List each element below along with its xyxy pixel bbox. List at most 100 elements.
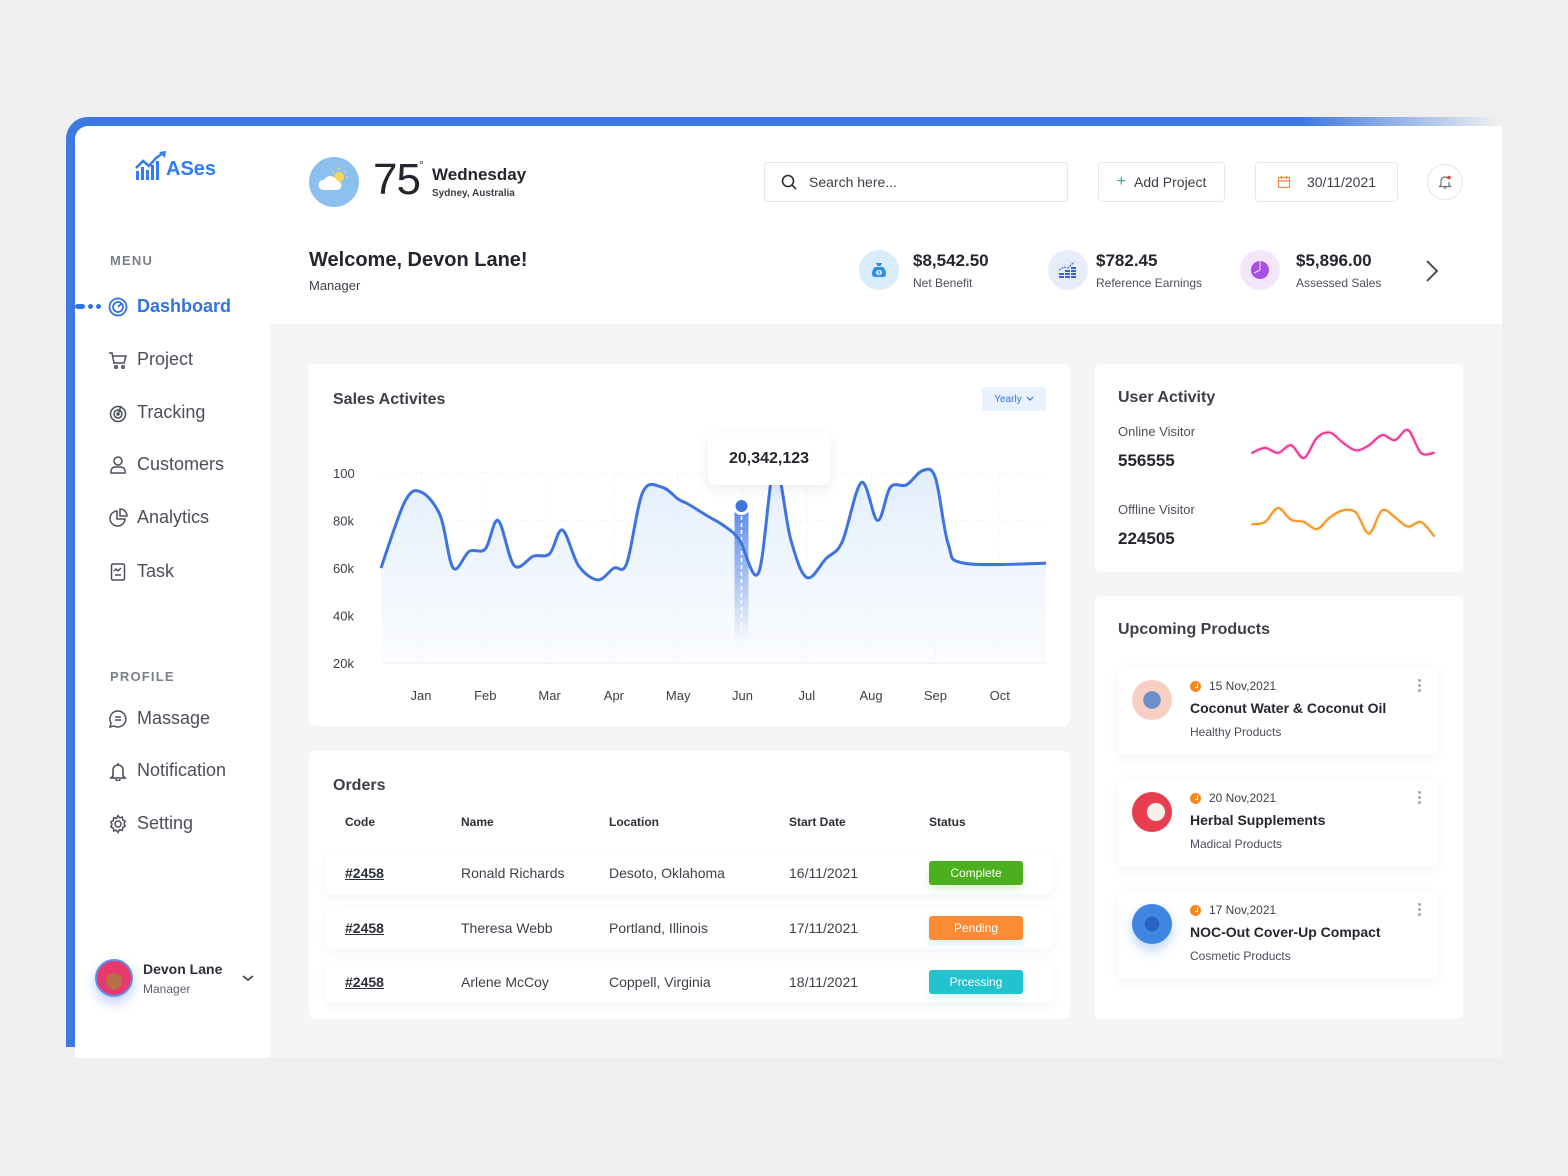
product-thumbnail bbox=[1132, 792, 1172, 832]
stat-value: $5,896.00 bbox=[1296, 250, 1372, 270]
product-item[interactable]: 15 Nov,2021 Coconut Water & Coconut Oil … bbox=[1118, 667, 1438, 755]
sidebar-item-customers[interactable]: Customers bbox=[108, 454, 224, 475]
online-visitor-value: 556555 bbox=[1118, 451, 1175, 470]
notification-button[interactable] bbox=[1427, 164, 1463, 200]
product-category: Healthy Products bbox=[1190, 725, 1282, 739]
upcoming-title: Upcoming Products bbox=[1118, 621, 1271, 638]
product-category: Cosmetic Products bbox=[1190, 949, 1291, 963]
date-value: 30/11/2021 bbox=[1306, 174, 1377, 190]
user-icon bbox=[110, 455, 126, 474]
y-tick-label: 40k bbox=[333, 609, 354, 624]
sidebar-item-label: Analytics bbox=[137, 507, 210, 527]
radar-icon bbox=[109, 405, 127, 422]
order-code-link[interactable]: #2458 bbox=[345, 974, 384, 990]
table-row[interactable]: #2458 Theresa Webb Portland, Illinois 17… bbox=[325, 907, 1053, 949]
product-item[interactable]: 20 Nov,2021 Herbal Supplements Madical P… bbox=[1118, 779, 1438, 867]
sales-chart[interactable]: 100 80k 60k 40k 20k Jan Feb Mar Apr May Jun Jul Aug S… bbox=[309, 364, 1070, 726]
sidebar-item-notification[interactable]: Notification bbox=[108, 760, 226, 781]
online-visitor-label: Online Visitor bbox=[1118, 424, 1196, 439]
order-code-link[interactable]: #2458 bbox=[345, 865, 384, 881]
x-tick-label: Mar bbox=[538, 688, 561, 703]
status-badge: Prcessing bbox=[929, 970, 1023, 994]
menu-section-label: MENU bbox=[110, 253, 154, 268]
order-date: 17/11/2021 bbox=[789, 920, 859, 936]
user-name: Devon Lane bbox=[143, 960, 223, 977]
avatar bbox=[95, 959, 133, 997]
chevron-down-icon[interactable] bbox=[241, 973, 255, 983]
product-thumbnail bbox=[1132, 904, 1172, 944]
more-options-icon[interactable] bbox=[1418, 903, 1421, 916]
sidebar-item-project[interactable]: Project bbox=[108, 349, 193, 370]
column-header: Code bbox=[345, 815, 375, 829]
table-row[interactable]: #2458 Arlene McCoy Coppell, Virginia 18/… bbox=[325, 961, 1053, 1003]
search-box[interactable] bbox=[764, 162, 1068, 202]
date-picker[interactable]: 30/11/2021 bbox=[1255, 162, 1398, 202]
search-input[interactable] bbox=[809, 174, 1049, 190]
sidebar-item-task[interactable]: Task bbox=[108, 561, 174, 582]
table-row[interactable]: #2458 Ronald Richards Desoto, Oklahoma 1… bbox=[325, 852, 1053, 894]
stat-value: $782.45 bbox=[1096, 250, 1158, 270]
order-code-link[interactable]: #2458 bbox=[345, 920, 384, 936]
y-tick-label: 80k bbox=[333, 514, 354, 529]
stat-label: Assessed Sales bbox=[1296, 275, 1382, 290]
sales-activities-card: Sales Activites Yearly 100 80k 60k 40k 20k Ja… bbox=[309, 364, 1070, 726]
x-tick-label: Jun bbox=[732, 688, 753, 703]
orders-title: Orders bbox=[333, 777, 386, 794]
sidebar-item-analytics[interactable]: Analytics bbox=[108, 507, 209, 528]
user-role: Manager bbox=[143, 981, 191, 996]
stat-assessed-sales: $5,896.00 Assessed Sales bbox=[1240, 250, 1381, 290]
sidebar-item-label: Project bbox=[137, 349, 194, 369]
user-activity-card: User Activity Online Visitor 556555 Offl… bbox=[1095, 364, 1463, 572]
upcoming-products-card: Upcoming Products 15 Nov,2021 Coconut Wa… bbox=[1095, 596, 1463, 1019]
x-tick-label: Jan bbox=[411, 688, 432, 703]
y-tick-label: 100 bbox=[333, 466, 355, 481]
cart-icon bbox=[109, 351, 127, 369]
message-icon bbox=[108, 709, 127, 728]
sidebar-item-massage[interactable]: Massage bbox=[108, 708, 210, 729]
logo[interactable]: ASes bbox=[135, 151, 216, 181]
order-name: Theresa Webb bbox=[461, 920, 553, 936]
add-project-button[interactable]: + Add Project bbox=[1098, 162, 1225, 202]
growth-chart-icon bbox=[1048, 250, 1088, 290]
x-tick-label: Feb bbox=[474, 688, 496, 703]
sidebar-item-dashboard[interactable]: Dashboard bbox=[108, 296, 231, 317]
product-thumbnail bbox=[1132, 680, 1172, 720]
user-profile[interactable]: Devon Lane Manager bbox=[95, 959, 255, 997]
x-tick-label: May bbox=[666, 688, 691, 703]
search-icon bbox=[781, 174, 797, 190]
stat-net-benefit: $ $8,542.50 Net Benefit bbox=[859, 250, 989, 290]
online-visitor-sparkline bbox=[1250, 427, 1435, 461]
profile-section-label: PROFILE bbox=[110, 669, 175, 684]
order-location: Desoto, Oklahoma bbox=[609, 865, 725, 881]
product-name: Herbal Supplements bbox=[1190, 812, 1326, 828]
y-tick-label: 60k bbox=[333, 561, 354, 576]
sidebar-item-label: Setting bbox=[137, 813, 194, 833]
more-options-icon[interactable] bbox=[1418, 679, 1421, 692]
order-location: Portland, Illinois bbox=[609, 920, 708, 936]
stat-value: $8,542.50 bbox=[913, 250, 989, 270]
y-tick-label: 20k bbox=[333, 656, 354, 671]
column-header: Location bbox=[609, 815, 659, 829]
dashboard-app: ASes MENU Dashboard Project Tracking Cus… bbox=[75, 126, 1502, 1058]
stat-reference-earnings: $782.45 Reference Earnings bbox=[1048, 250, 1202, 290]
stat-label: Reference Earnings bbox=[1096, 275, 1203, 290]
product-name: NOC-Out Cover-Up Compact bbox=[1190, 924, 1381, 940]
clipboard-icon bbox=[110, 562, 126, 581]
weather-day: Wednesday bbox=[432, 165, 527, 184]
weather-location: Sydney, Australia bbox=[432, 188, 515, 199]
clock-icon bbox=[1190, 792, 1201, 804]
logo-text: ASes bbox=[166, 158, 217, 180]
plus-icon: + bbox=[1116, 173, 1126, 190]
svg-text:$: $ bbox=[878, 270, 881, 276]
sidebar-item-label: Tracking bbox=[137, 402, 206, 422]
sidebar-item-tracking[interactable]: Tracking bbox=[108, 402, 205, 423]
offline-visitor-label: Offline Visitor bbox=[1118, 502, 1195, 517]
more-options-icon[interactable] bbox=[1418, 791, 1421, 804]
sidebar-item-setting[interactable]: Setting bbox=[108, 813, 193, 834]
product-category: Madical Products bbox=[1190, 837, 1283, 851]
sparkline-glow bbox=[1251, 505, 1436, 538]
chevron-right-icon[interactable] bbox=[1425, 259, 1439, 283]
order-location: Coppell, Virginia bbox=[609, 974, 711, 990]
gear-icon bbox=[109, 813, 127, 834]
product-item[interactable]: 17 Nov,2021 NOC-Out Cover-Up Compact Cos… bbox=[1118, 891, 1438, 979]
